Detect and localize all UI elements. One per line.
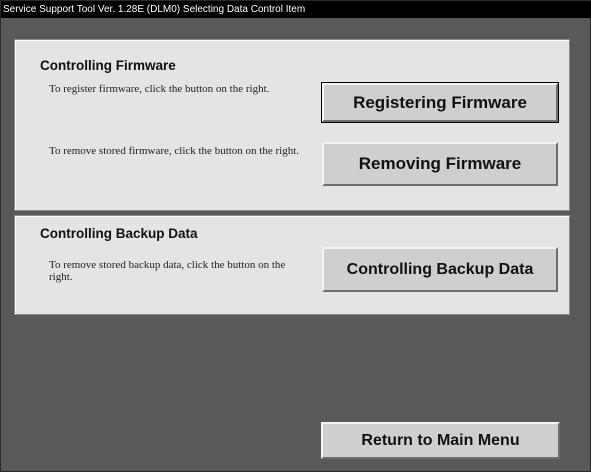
controlling-backup-data-title: Controlling Backup Data xyxy=(40,226,198,241)
remove-backup-description: To remove stored backup data, click the … xyxy=(49,259,286,283)
return-to-main-menu-button[interactable]: Return to Main Menu xyxy=(321,422,560,459)
controlling-backup-data-button[interactable]: Controlling Backup Data xyxy=(322,247,558,292)
window-titlebar: Service Support Tool Ver. 1.28E (DLM0) S… xyxy=(1,1,591,18)
controlling-firmware-title: Controlling Firmware xyxy=(40,58,176,73)
controlling-firmware-panel: Controlling Firmware To register firmwar… xyxy=(14,39,570,211)
registering-firmware-button[interactable]: Registering Firmware xyxy=(321,82,559,123)
removing-firmware-button[interactable]: Removing Firmware xyxy=(322,142,558,186)
register-firmware-description: To register firmware, click the button o… xyxy=(49,83,270,95)
controlling-backup-data-panel: Controlling Backup Data To remove stored… xyxy=(14,215,570,315)
remove-firmware-description: To remove stored firmware, click the but… xyxy=(49,145,300,157)
app-window: Service Support Tool Ver. 1.28E (DLM0) S… xyxy=(0,0,591,472)
